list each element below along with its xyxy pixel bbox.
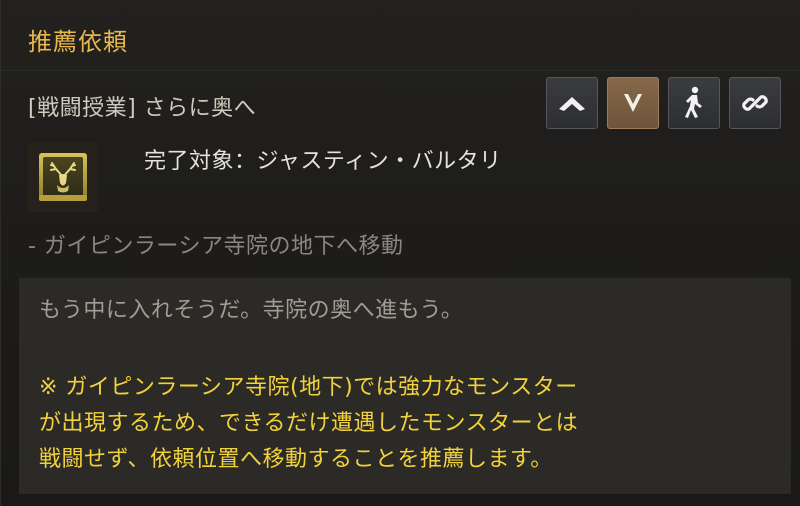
share-link-button[interactable] bbox=[729, 77, 781, 129]
quest-action-buttons bbox=[546, 77, 781, 129]
notice-line: 戦闘せず、依頼位置へ移動することを推薦します。 bbox=[39, 447, 553, 472]
panel-title: 推薦依頼 bbox=[28, 28, 128, 56]
notice-text: ※ ガイピンラーシア寺院(地下)では強力なモンスター が出現するため、できるだけ… bbox=[39, 370, 779, 478]
chain-link-icon bbox=[742, 95, 768, 111]
quest-panel: 推薦依頼 [戦闘授業] さらに奥へ 完了対象：ジャスティン・バルタリ - ガイピ… bbox=[0, 0, 800, 506]
move-down-button[interactable] bbox=[607, 77, 659, 129]
description-text: もう中に入れそうだ。寺院の奥へ進もう。 bbox=[39, 298, 464, 323]
quest-book-icon bbox=[28, 142, 98, 212]
quest-name: [戦闘授業] さらに奥へ bbox=[28, 96, 257, 121]
chevron-down-icon bbox=[624, 94, 642, 112]
move-up-button[interactable] bbox=[546, 77, 598, 129]
chevron-up-icon bbox=[559, 97, 585, 111]
completion-target: 完了対象：ジャスティン・バルタリ bbox=[144, 149, 502, 174]
title-divider bbox=[1, 70, 800, 71]
stag-book-icon bbox=[39, 153, 87, 201]
description-box: もう中に入れそうだ。寺院の奥へ進もう。 ※ ガイピンラーシア寺院(地下)では強力… bbox=[19, 278, 791, 494]
notice-line: が出現するため、できるだけ遭遇したモンスターとは bbox=[39, 411, 579, 436]
quest-objective: - ガイピンラーシア寺院の地下へ移動 bbox=[28, 234, 404, 259]
notice-line: ※ ガイピンラーシア寺院(地下)では強力なモンスター bbox=[39, 375, 578, 400]
walking-person-icon bbox=[685, 86, 702, 118]
auto-navigate-button[interactable] bbox=[668, 77, 720, 129]
